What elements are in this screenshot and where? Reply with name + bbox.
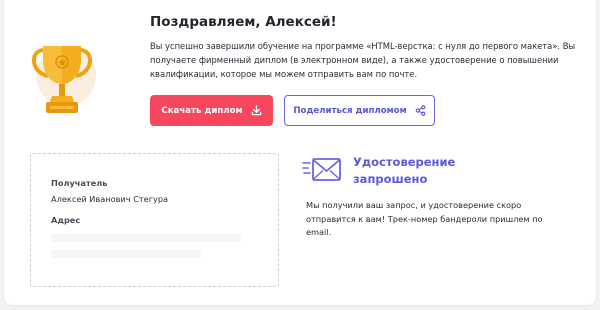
- diploma-card: Поздравляем, Алексей! Вы успешно заверши…: [4, 0, 596, 305]
- download-button-label: Скачать диплом: [161, 105, 243, 116]
- address-label: Адрес: [51, 215, 81, 225]
- share-icon: [415, 105, 425, 116]
- congrats-title: Поздравляем, Алексей!: [150, 14, 337, 30]
- trophy-icon: [32, 46, 96, 113]
- congrats-description: Вы успешно завершили обучение на програм…: [150, 41, 576, 79]
- share-button-label: Поделиться дипломом: [293, 105, 407, 116]
- address-value-placeholder: [51, 250, 201, 258]
- recipient-value: Алексей Иванович Стегура: [51, 194, 169, 204]
- download-icon: [251, 105, 261, 116]
- address-value-placeholder: [51, 234, 241, 242]
- recipient-label: Получатель: [51, 178, 108, 188]
- download-diploma-button[interactable]: Скачать диплом: [150, 95, 273, 126]
- address-card: Получатель Алексей Иванович Стегура Адре…: [30, 153, 279, 287]
- share-diploma-button[interactable]: Поделиться дипломом: [284, 95, 435, 126]
- notice-text: Мы получили ваш запрос, и удостоверение …: [306, 200, 543, 237]
- notice-title: Удостоверение запрошено: [353, 155, 456, 186]
- envelope-icon: [302, 158, 341, 181]
